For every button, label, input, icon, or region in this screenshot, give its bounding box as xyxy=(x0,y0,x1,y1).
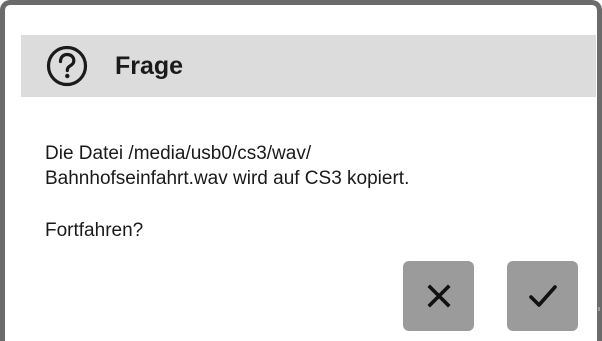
cancel-button[interactable] xyxy=(403,261,474,331)
checkmark-icon xyxy=(528,285,557,307)
dialog-header: Frage xyxy=(21,35,596,97)
dialog-message: Die Datei /media/usb0/cs3/wav/ Bahnhofse… xyxy=(45,141,409,191)
resize-mark xyxy=(598,307,600,311)
close-icon xyxy=(426,284,451,308)
confirm-button[interactable] xyxy=(507,261,578,331)
question-circle-icon xyxy=(46,45,88,87)
dialog-question: Fortfahren? xyxy=(45,220,144,241)
confirmation-dialog: Frage Die Datei /media/usb0/cs3/wav/ Bah… xyxy=(0,0,602,341)
dialog-title: Frage xyxy=(115,52,184,80)
message-line: Bahnhofseinfahrt.wav wird auf CS3 kopier… xyxy=(45,168,410,189)
message-line: Die Datei /media/usb0/cs3/wav/ xyxy=(45,143,312,164)
